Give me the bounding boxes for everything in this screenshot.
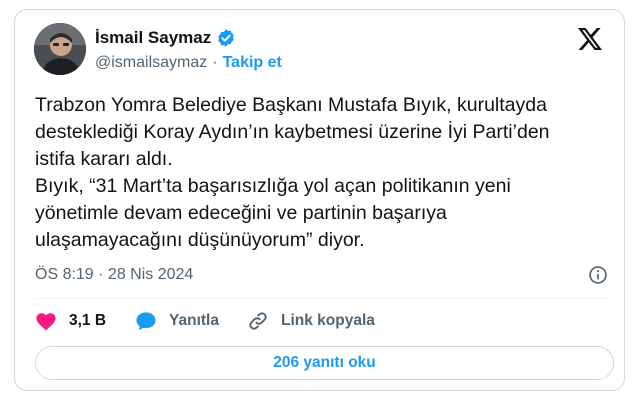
handle-row: @ismailsaymaz · Takip et (95, 54, 282, 72)
author-handle[interactable]: @ismailsaymaz (95, 54, 207, 72)
divider (35, 298, 608, 299)
tweet-text-line: Bıyık, “31 Mart’ta başarısızlığa yol aça… (35, 175, 511, 197)
separator-dot: · (212, 54, 218, 71)
read-replies-button[interactable]: 206 yanıtı oku (35, 346, 614, 380)
author-name[interactable]: İsmail Saymaz (95, 28, 211, 48)
read-replies-label: 206 yanıtı oku (273, 354, 376, 371)
follow-button[interactable]: Takip et (223, 54, 282, 72)
like-button[interactable]: 3,1 B (35, 311, 135, 331)
author-name-row: İsmail Saymaz (95, 28, 236, 48)
tweet-text-line: yönetimle devam edeceğini ve partinin ba… (35, 202, 447, 224)
avatar[interactable] (34, 23, 86, 75)
copy-link-label: Link kopyala (281, 312, 375, 329)
avatar-image (34, 23, 86, 75)
tweet-timestamp[interactable]: ÖS 8:19 · 28 Nis 2024 (35, 266, 193, 284)
speech-bubble-icon (136, 312, 156, 331)
copy-link-button[interactable]: Link kopyala (247, 310, 375, 332)
info-icon[interactable] (588, 265, 608, 285)
action-bar: 3,1 B Yanıtla Link kopyala (35, 308, 375, 334)
tweet-text: Trabzon Yomra Belediye Başkanı Mustafa B… (35, 92, 623, 254)
tweet-text-line: desteklediği Koray Aydın’ın kaybetmesi ü… (35, 121, 550, 143)
heart-icon (36, 313, 56, 331)
verified-badge-icon (218, 29, 235, 47)
link-icon (249, 312, 267, 330)
reply-label: Yanıtla (169, 312, 219, 329)
tweet-text-line: istifa kararı aldı. (35, 148, 173, 170)
tweet-card: İsmail Saymaz @ismailsaymaz · Takip et T… (14, 9, 625, 391)
tweet-text-line: Trabzon Yomra Belediye Başkanı Mustafa B… (35, 94, 547, 116)
x-logo-icon[interactable] (578, 28, 602, 50)
tweet-text-line: ulaşamayacağını düşünüyorum” diyor. (35, 229, 365, 251)
reply-button[interactable]: Yanıtla (135, 311, 247, 331)
like-count: 3,1 B (69, 312, 107, 329)
